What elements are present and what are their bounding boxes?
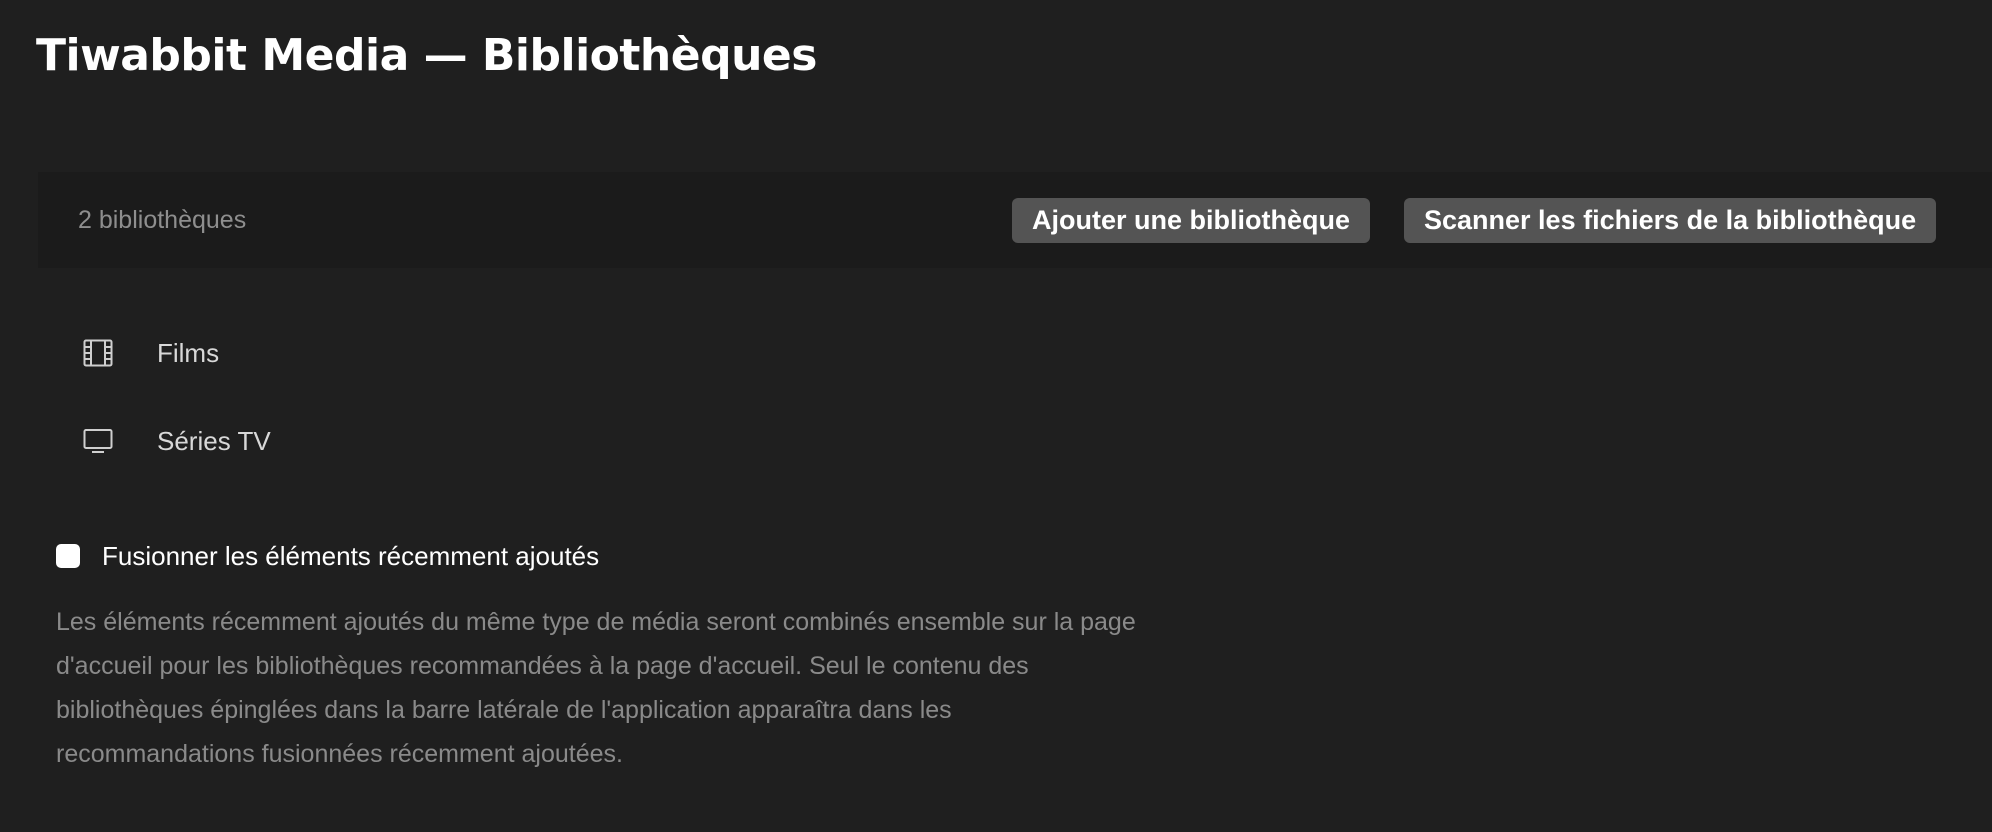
library-toolbar: 2 bibliothèques Ajouter une bibliothèque… — [38, 172, 1992, 268]
library-item-series-tv[interactable]: Séries TV — [80, 411, 680, 471]
tv-icon — [80, 423, 116, 459]
library-item-films[interactable]: Films — [80, 323, 680, 383]
film-icon — [80, 335, 116, 371]
description-line: bibliothèques épinglées dans la barre la… — [56, 696, 952, 724]
merge-recently-added-checkbox[interactable] — [56, 544, 80, 568]
page-title: Tiwabbit Media — Bibliothèques — [36, 30, 817, 81]
merge-recently-added-label[interactable]: Fusionner les éléments récemment ajoutés — [102, 541, 599, 572]
merge-recently-added-option: Fusionner les éléments récemment ajoutés — [56, 536, 599, 576]
library-count: 2 bibliothèques — [78, 206, 247, 234]
library-label-series-tv: Séries TV — [157, 425, 271, 456]
library-label-films: Films — [157, 337, 220, 368]
description-line: recommandations fusionnées récemment ajo… — [56, 740, 623, 768]
add-library-button[interactable]: Ajouter une bibliothèque — [1012, 198, 1370, 243]
merge-recently-added-description: Les éléments récemment ajoutés du même t… — [56, 600, 1256, 776]
description-line: d'accueil pour les bibliothèques recomma… — [56, 652, 1029, 680]
description-line: Les éléments récemment ajoutés du même t… — [56, 608, 1136, 636]
scan-library-files-button[interactable]: Scanner les fichiers de la bibliothèque — [1404, 198, 1937, 243]
